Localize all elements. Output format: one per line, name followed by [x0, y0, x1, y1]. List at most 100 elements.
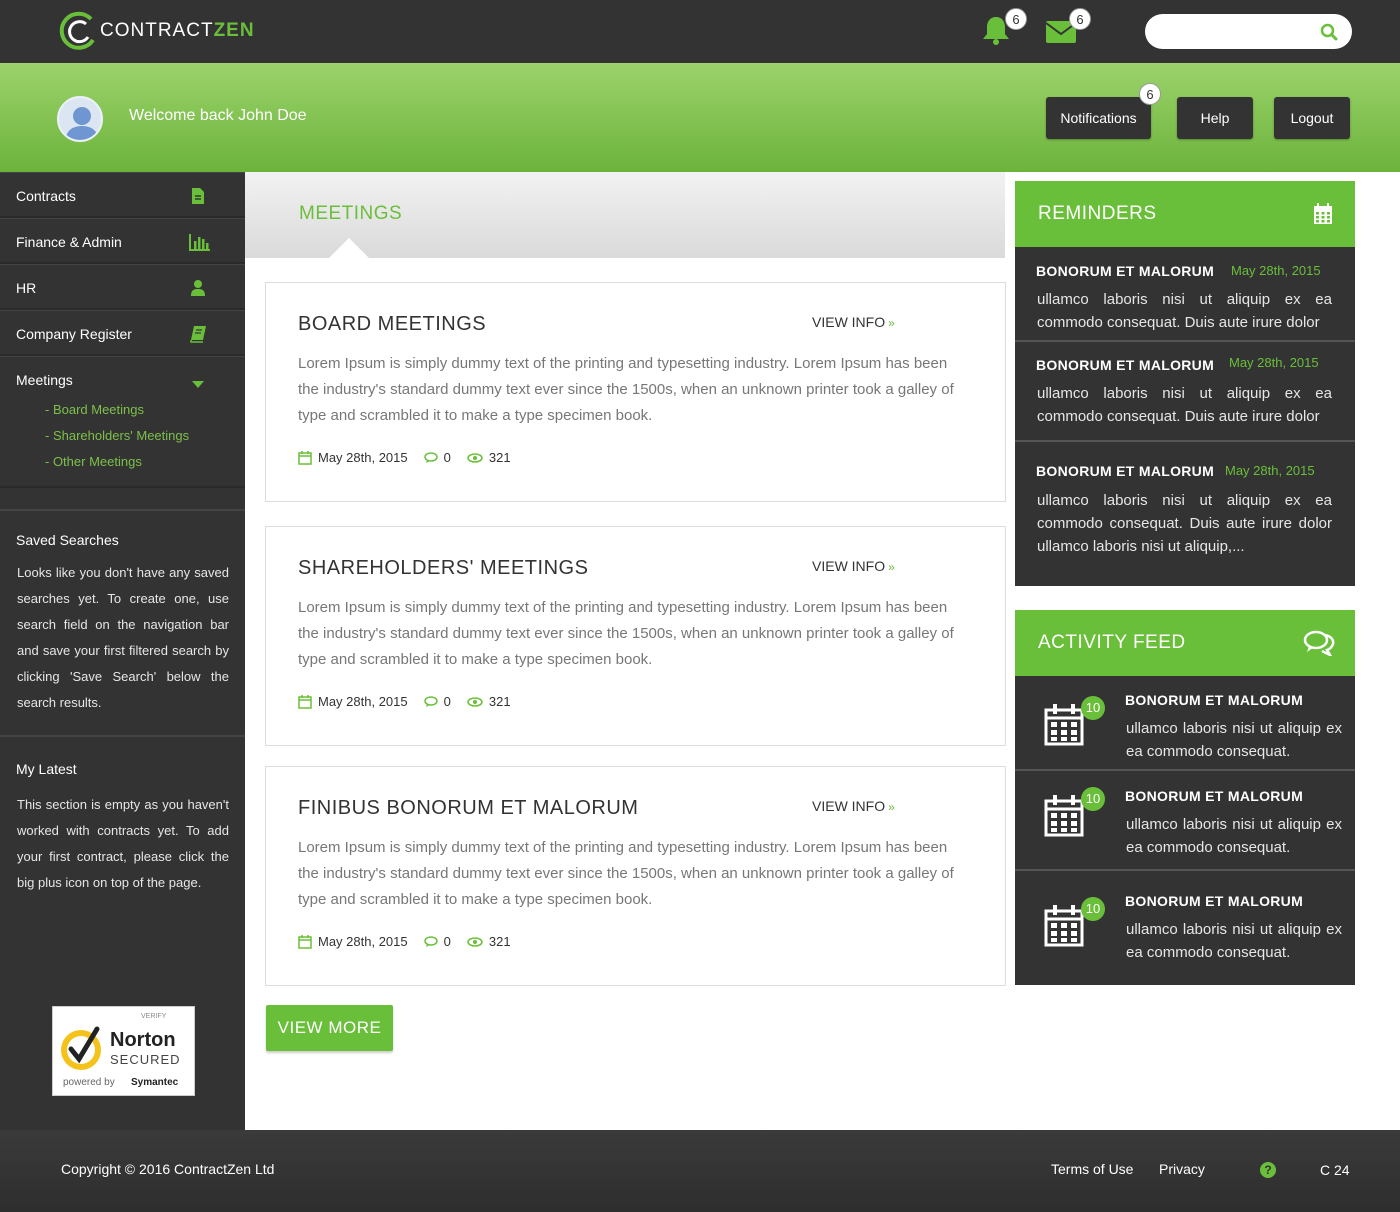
saved-searches-section: Saved Searches Looks like you don't have… — [0, 509, 245, 735]
calendar-icon — [1044, 704, 1084, 746]
file-icon — [192, 188, 204, 204]
svg-text:?: ? — [1264, 1163, 1271, 1177]
view-info-link[interactable]: VIEW INFO» — [812, 314, 895, 330]
logo[interactable]: CONTRACTZEN — [58, 8, 255, 54]
header-notch — [329, 238, 369, 258]
book-icon — [190, 326, 206, 343]
card-body: Lorem Ipsum is simply dummy text of the … — [298, 599, 954, 668]
card-comments: 0 — [443, 934, 451, 949]
sidebar-subitem-shareholders-meetings[interactable]: - Shareholders' Meetings — [45, 423, 189, 449]
feed-item[interactable]: 10 BONORUM ET MALORUM ullamco laboris ni… — [1015, 871, 1355, 985]
search-input[interactable] — [1159, 20, 1309, 42]
reminder-date: May 28th, 2015 — [1231, 263, 1321, 278]
feed-title: BONORUM ET MALORUM — [1125, 692, 1304, 708]
bell-badge: 6 — [1005, 8, 1027, 30]
double-chevron-right-icon: » — [888, 800, 895, 814]
activity-feed-title: ACTIVITY FEED — [1038, 632, 1186, 653]
footer: Copyright © 2016 ContractZen Ltd Terms o… — [0, 1130, 1400, 1212]
card-body: Lorem Ipsum is simply dummy text of the … — [298, 839, 954, 908]
card-date: May 28th, 2015 — [318, 694, 408, 709]
calendar-icon — [298, 450, 312, 465]
card-views: 321 — [488, 450, 511, 465]
reminder-title: BONORUM ET MALORUM — [1036, 463, 1215, 479]
feed-item[interactable]: 10 BONORUM ET MALORUM ullamco laboris ni… — [1015, 676, 1355, 771]
help-button[interactable]: Help — [1177, 97, 1253, 139]
view-info-link[interactable]: VIEW INFO» — [812, 798, 895, 814]
card-meta: May 28th, 2015 0 321 — [298, 694, 527, 709]
sidebar-item-label: Contracts — [16, 188, 76, 204]
card-comments: 0 — [443, 450, 451, 465]
my-latest-text: This section is empty as you haven't wor… — [17, 797, 229, 890]
card-date: May 28th, 2015 — [318, 450, 408, 465]
sidebar-subitem-other-meetings[interactable]: - Other Meetings — [45, 449, 189, 475]
logo-mark-icon — [59, 11, 95, 50]
page-title: MEETINGS — [299, 203, 403, 224]
saved-searches-text: Looks like you don't have any saved sear… — [17, 565, 229, 710]
user-icon — [191, 280, 205, 296]
sidebar-item-finance[interactable]: Finance & Admin — [0, 218, 245, 264]
reminders-title: REMINDERS — [1038, 203, 1157, 224]
card-title: FINIBUS BONORUM ET MALORUM — [298, 797, 639, 819]
meeting-card-shareholders: SHAREHOLDERS' MEETINGS VIEW INFO» Lorem … — [265, 526, 1006, 746]
card-body: Lorem Ipsum is simply dummy text of the … — [298, 355, 954, 424]
reminders-panel: REMINDERS BONORUM ET MALORUM May 28th, 2… — [1015, 181, 1355, 586]
sidebar-item-company-register[interactable]: Company Register — [0, 310, 245, 356]
feed-body: ullamco laboris nisi ut aliquip ex ea co… — [1126, 816, 1342, 856]
card-meta: May 28th, 2015 0 321 — [298, 934, 527, 949]
comment-icon — [423, 451, 438, 463]
sidebar-item-contracts[interactable]: Contracts — [0, 172, 245, 218]
card-title: SHAREHOLDERS' MEETINGS — [298, 557, 589, 579]
reminder-title: BONORUM ET MALORUM — [1036, 357, 1215, 373]
comments-icon[interactable] — [1303, 630, 1335, 656]
reminder-body: ullamco laboris nisi ut aliquip ex ea co… — [1037, 291, 1332, 331]
feed-badge: 10 — [1081, 787, 1105, 811]
double-chevron-right-icon: » — [888, 316, 895, 330]
sidebar-item-hr[interactable]: HR — [0, 264, 245, 310]
reminder-date: May 28th, 2015 — [1229, 355, 1319, 370]
reminder-body: ullamco laboris nisi ut aliquip ex ea co… — [1037, 492, 1332, 555]
reminder-title: BONORUM ET MALORUM — [1036, 263, 1215, 279]
avatar[interactable] — [57, 96, 103, 142]
top-navbar: CONTRACTZEN 6 6 — [0, 0, 1400, 63]
calendar-icon[interactable] — [1313, 203, 1333, 225]
comment-icon — [423, 935, 438, 947]
card-meta: May 28th, 2015 0 321 — [298, 450, 527, 465]
search-icon[interactable] — [1320, 23, 1338, 41]
notifications-button[interactable]: Notifications 6 — [1046, 83, 1161, 139]
bar-chart-icon — [189, 234, 210, 251]
norton-symantec-label: Symantec — [131, 1077, 179, 1088]
view-info-link[interactable]: VIEW INFO» — [812, 558, 895, 574]
reminder-body: ullamco laboris nisi ut aliquip ex ea co… — [1037, 385, 1332, 425]
calendar-icon — [1044, 905, 1084, 947]
calendar-icon — [298, 934, 312, 949]
privacy-link[interactable]: Privacy — [1159, 1161, 1205, 1177]
eye-icon — [467, 696, 483, 707]
feed-title: BONORUM ET MALORUM — [1125, 788, 1304, 804]
norton-secured-badge[interactable]: VERIFY Norton SECURED powered by Symante… — [52, 1006, 195, 1096]
welcome-text: Welcome back John Doe — [129, 107, 307, 124]
reminder-item[interactable]: BONORUM ET MALORUM May 28th, 2015 ullamc… — [1015, 442, 1355, 586]
feed-item[interactable]: 10 BONORUM ET MALORUM ullamco laboris ni… — [1015, 771, 1355, 871]
norton-powered-label: powered by — [63, 1077, 115, 1088]
sidebar: Contracts Finance & Admin HR Company Reg… — [0, 172, 245, 1130]
feed-body: ullamco laboris nisi ut aliquip ex ea co… — [1126, 720, 1342, 760]
mail-button[interactable]: 6 — [1045, 8, 1091, 46]
help-icon[interactable]: ? — [1259, 1161, 1277, 1179]
feed-badge: 10 — [1081, 897, 1105, 921]
terms-link[interactable]: Terms of Use — [1051, 1161, 1133, 1177]
card-date: May 28th, 2015 — [318, 934, 408, 949]
reminder-item[interactable]: BONORUM ET MALORUM May 28th, 2015 ullamc… — [1015, 247, 1355, 342]
caret-down-icon — [192, 381, 204, 388]
user-avatar-icon — [65, 107, 99, 140]
my-latest-title: My Latest — [16, 761, 77, 777]
logout-button[interactable]: Logout — [1274, 97, 1350, 139]
reminder-item[interactable]: BONORUM ET MALORUM May 28th, 2015 ullamc… — [1015, 342, 1355, 442]
sidebar-subitem-board-meetings[interactable]: - Board Meetings — [45, 397, 189, 423]
calendar-icon — [1044, 795, 1084, 837]
view-more-button[interactable]: VIEW MORE — [266, 1005, 393, 1051]
sidebar-item-meetings[interactable]: Meetings - Board Meetings - Shareholders… — [0, 356, 245, 488]
copyright-text: Copyright © 2016 ContractZen Ltd — [61, 1161, 275, 1177]
meeting-card-board: BOARD MEETINGS VIEW INFO» Lorem Ipsum is… — [265, 282, 1006, 502]
card-comments: 0 — [443, 694, 451, 709]
bell-button[interactable]: 6 — [981, 8, 1027, 46]
